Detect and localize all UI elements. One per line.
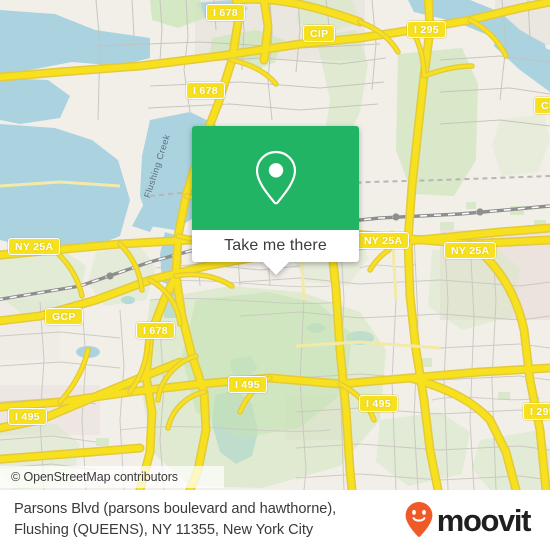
- road-shield: I 495: [8, 408, 47, 425]
- map-canvas[interactable]: I 678 CIP I 295 I 678 CIP NY 25A NY 25A …: [0, 0, 550, 490]
- callout-pointer-tail: [262, 262, 289, 275]
- take-me-there-label: Take me there: [224, 237, 327, 254]
- road-shield: I 295: [523, 403, 550, 420]
- moovit-brand[interactable]: moovit: [404, 501, 532, 539]
- road-shield: I 678: [136, 322, 175, 339]
- osm-attribution[interactable]: © OpenStreetMap contributors: [0, 466, 224, 488]
- road-shield: CIP: [303, 25, 336, 42]
- callout-icon-panel: [192, 126, 359, 230]
- address-line-2: Flushing (QUEENS), NY 11355, New York Ci…: [14, 522, 314, 538]
- location-address: Parsons Blvd (parsons boulevard and hawt…: [14, 499, 336, 541]
- road-shield: CIP: [534, 97, 550, 114]
- road-shield: I 678: [186, 82, 225, 99]
- location-pin-icon: [255, 150, 296, 205]
- road-shield: I 295: [407, 21, 446, 38]
- location-callout-card[interactable]: Take me there: [192, 126, 359, 275]
- road-shield: NY 25A: [444, 242, 497, 259]
- moovit-wordmark: moovit: [436, 502, 532, 538]
- road-shield: GCP: [45, 308, 83, 325]
- osm-attribution-text: © OpenStreetMap contributors: [11, 470, 178, 484]
- address-line-1: Parsons Blvd (parsons boulevard and hawt…: [14, 501, 337, 517]
- moovit-map-screenshot: I 678 CIP I 295 I 678 CIP NY 25A NY 25A …: [0, 0, 550, 550]
- moovit-smiley-pin-icon: [405, 502, 433, 537]
- callout-action-panel[interactable]: Take me there: [192, 230, 359, 262]
- road-shield: I 495: [228, 376, 267, 393]
- road-shield: NY 25A: [357, 232, 410, 249]
- road-shield: NY 25A: [8, 238, 61, 255]
- footer-bar: Parsons Blvd (parsons boulevard and hawt…: [0, 490, 550, 550]
- road-shield: I 678: [206, 4, 245, 21]
- road-shield: I 495: [359, 395, 398, 412]
